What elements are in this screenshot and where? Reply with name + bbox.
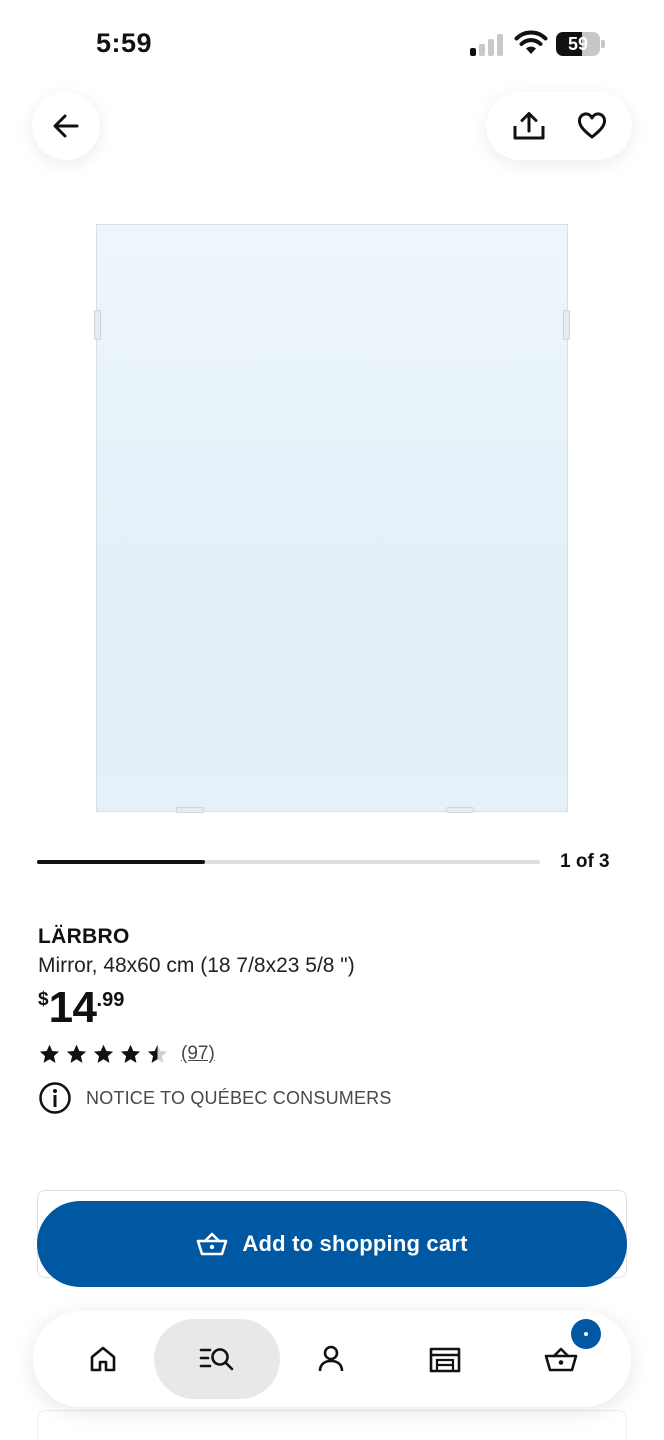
product-name: LÄRBRO [38,925,130,948]
star-icon [120,1044,141,1063]
bottom-navigation [33,1311,631,1407]
nav-profile[interactable] [268,1319,394,1399]
carousel-progress [37,860,540,864]
mirror-clip [563,310,570,340]
star-icon [93,1044,114,1063]
nav-home[interactable] [40,1319,166,1399]
basket-icon [544,1345,578,1373]
quebec-notice[interactable]: NOTICE TO QUÉBEC CONSUMERS [38,1081,392,1115]
top-actions [486,92,632,160]
product-description: Mirror, 48x60 cm (18 7/8x23 5/8 ") [38,954,355,977]
cart-badge [571,1319,601,1349]
star-icon [66,1044,87,1063]
battery-icon: 59 [556,32,606,56]
mirror-clip [176,807,204,813]
battery-level: 59 [567,34,589,54]
notice-text: NOTICE TO QUÉBEC CONSUMERS [86,1087,392,1108]
mirror-clip [446,807,474,813]
info-icon [38,1081,72,1115]
mirror-glass [96,224,568,812]
carousel-progress-fill [37,860,205,864]
add-to-cart-label: Add to shopping cart [242,1231,468,1256]
carousel-counter: 1 of 3 [560,851,610,872]
basket-icon [196,1231,228,1257]
faded-content-card [37,1410,627,1440]
share-icon[interactable] [512,111,546,141]
review-count-link[interactable]: (97) [181,1043,215,1065]
price-currency: $ [38,989,49,1010]
store-icon [428,1344,462,1374]
heart-icon[interactable] [577,112,607,140]
nav-stores[interactable] [382,1319,508,1399]
product-price: $14.99 [38,983,124,1033]
star-icon [39,1044,60,1063]
price-whole: 14 [48,983,97,1032]
wifi-icon [514,30,548,56]
status-time: 5:59 [96,28,153,58]
arrow-left-icon [52,112,80,140]
add-to-cart-button[interactable]: Add to shopping cart [37,1201,627,1287]
nav-cart[interactable] [498,1319,624,1399]
back-button[interactable] [32,92,100,160]
star-icon [147,1044,168,1063]
status-bar: 5:59 59 [0,0,664,90]
nav-search[interactable] [154,1319,280,1399]
mirror-clip [94,310,101,340]
search-icon [198,1344,236,1374]
product-image[interactable] [94,224,570,814]
price-cents: .99 [96,989,125,1011]
product-rating[interactable]: (97) [38,1041,215,1067]
signal-strength-icon [470,34,506,56]
rating-stars [38,1043,173,1066]
user-icon [316,1344,346,1374]
home-icon [88,1344,118,1374]
